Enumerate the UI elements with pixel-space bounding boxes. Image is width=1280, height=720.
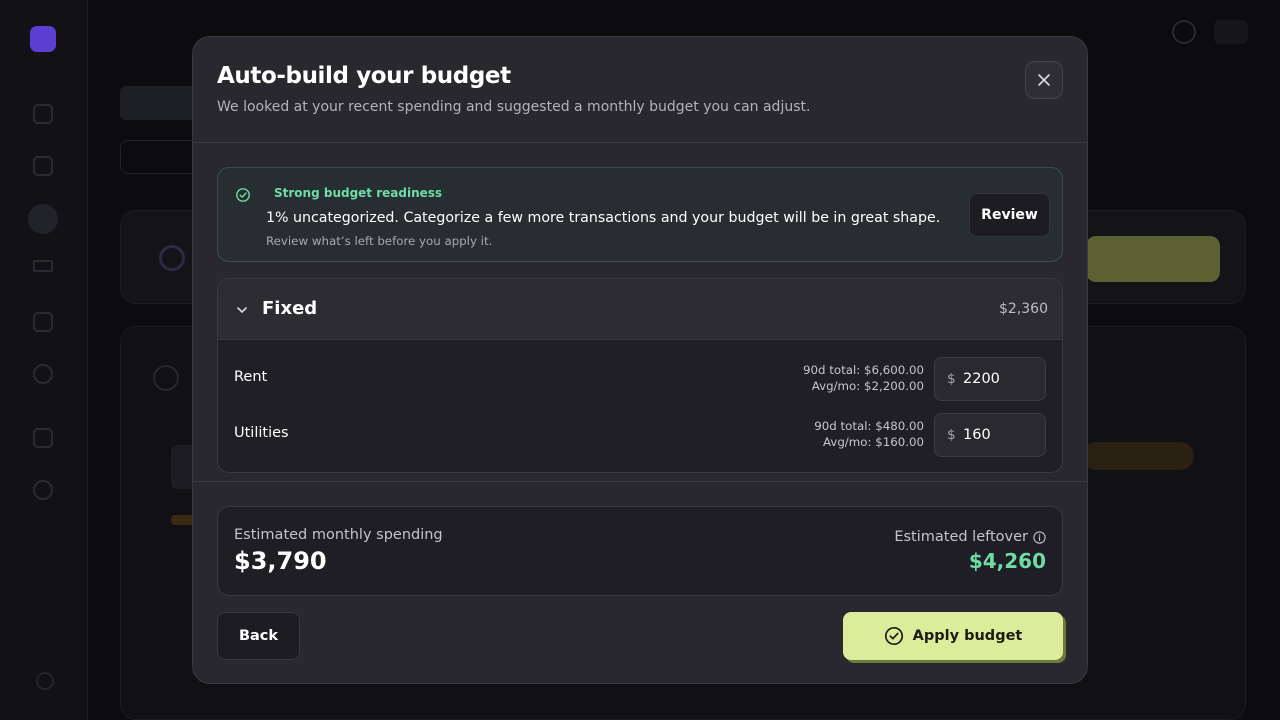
settings-gear-icon [36, 672, 54, 690]
footer-divider [193, 481, 1087, 482]
row-total-90d: 90d total: $480.00 [814, 419, 924, 433]
nav-accounts-icon [33, 312, 53, 332]
apply-budget-button[interactable]: Apply budget [843, 612, 1063, 660]
leftover-label-group: Estimated leftover [894, 529, 1046, 545]
info-icon[interactable] [1033, 530, 1046, 544]
row-name: Utilities [234, 425, 289, 441]
row-stats: 90d total: $480.00 Avg/mo: $160.00 [814, 418, 924, 450]
sidebar [0, 0, 88, 720]
leftover-value: $4,260 [968, 549, 1046, 573]
modal-title: Auto-build your budget [217, 63, 511, 89]
fixed-section-total: $2,360 [999, 301, 1048, 317]
page-title-placeholder [120, 86, 200, 120]
readiness-label: Strong budget readiness [274, 186, 443, 200]
progress-ring-icon [159, 245, 185, 271]
budget-row-utilities: Utilities 90d total: $480.00 Avg/mo: $16… [218, 412, 1062, 458]
row-total-90d: 90d total: $6,600.00 [803, 363, 924, 377]
row-avg-monthly: Avg/mo: $2,200.00 [811, 379, 924, 393]
back-button[interactable]: Back [217, 612, 300, 660]
modal-header: Auto-build your budget We looked at your… [193, 37, 1087, 143]
nav-goals-icon [33, 364, 53, 384]
nav-transactions-icon [33, 156, 53, 176]
spending-label: Estimated monthly spending [234, 527, 443, 543]
leftover-label: Estimated leftover [894, 529, 1028, 545]
auto-build-budget-modal: Auto-build your budget We looked at your… [192, 36, 1088, 684]
chevron-down-icon [237, 307, 247, 313]
modal-subtitle: We looked at your recent spending and su… [217, 99, 811, 115]
readiness-message: 1% uncategorized. Categorize a few more … [266, 210, 941, 226]
nav-dashboard-icon [33, 104, 53, 124]
status-pill-placeholder [1082, 442, 1194, 470]
budget-row-rent: Rent 90d total: $6,600.00 Avg/mo: $2,200… [218, 356, 1062, 402]
close-icon [1038, 74, 1050, 86]
nav-profile-icon [33, 480, 53, 500]
utilities-amount-input[interactable] [963, 414, 1043, 456]
row-stats: 90d total: $6,600.00 Avg/mo: $2,200.00 [803, 362, 924, 394]
notification-icon [1172, 20, 1196, 44]
close-button[interactable] [1025, 61, 1063, 99]
rent-amount-field[interactable]: $ [934, 357, 1046, 401]
filter-chip-placeholder [120, 140, 200, 174]
currency-symbol: $ [947, 371, 956, 387]
apply-budget-label: Apply budget [912, 628, 1023, 644]
card-icon [153, 365, 179, 391]
nav-trends-icon [33, 260, 53, 272]
row-name: Rent [234, 369, 268, 385]
check-circle-icon [236, 188, 250, 202]
budget-readiness-banner: Strong budget readiness 1% uncategorized… [217, 167, 1063, 262]
user-menu [1214, 20, 1248, 44]
nav-reports-icon [33, 428, 53, 448]
nav-budget-icon [28, 204, 58, 234]
utilities-amount-field[interactable]: $ [934, 413, 1046, 457]
add-budget-button-placeholder [1086, 236, 1220, 282]
app-logo [30, 26, 56, 52]
spending-value: $3,790 [234, 547, 327, 575]
row-avg-monthly: Avg/mo: $160.00 [822, 435, 924, 449]
review-button[interactable]: Review [969, 193, 1050, 237]
currency-symbol: $ [947, 427, 956, 443]
readiness-hint: Review what’s left before you apply it. [266, 234, 493, 248]
fixed-section-toggle[interactable]: Fixed $2,360 [218, 279, 1062, 340]
budget-summary: Estimated monthly spending $3,790 Estima… [217, 506, 1063, 596]
check-circle-icon [884, 626, 903, 646]
fixed-section-title: Fixed [262, 298, 318, 319]
rent-amount-input[interactable] [963, 358, 1043, 400]
fixed-category-section: Fixed $2,360 Rent 90d total: $6,600.00 A… [217, 278, 1063, 473]
